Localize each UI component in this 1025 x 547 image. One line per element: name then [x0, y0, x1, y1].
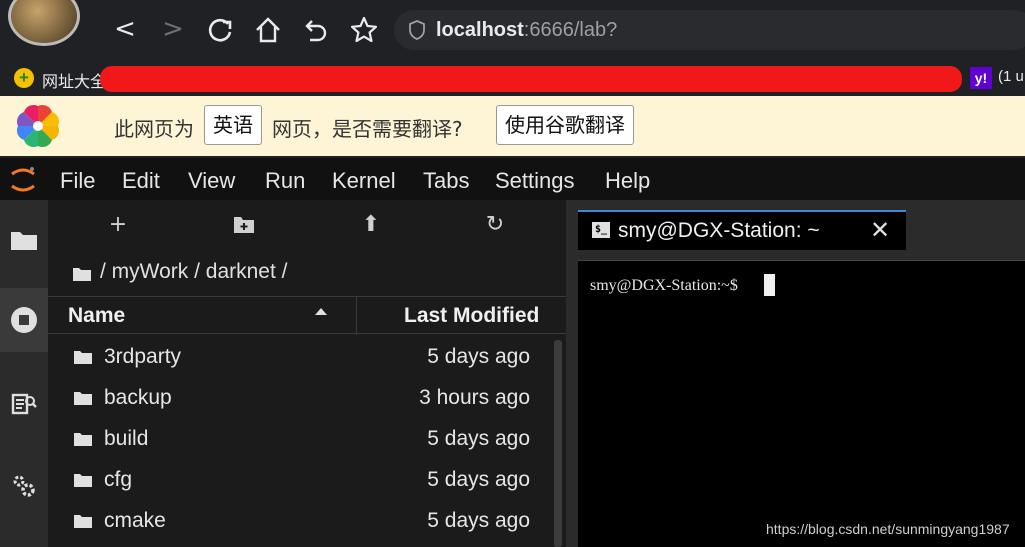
file-modified: 5 days ago: [427, 345, 530, 368]
sort-ascending-icon[interactable]: [314, 305, 328, 319]
translate-bar: 此网页为 英语 网页，是否需要翻译? 使用谷歌翻译: [0, 96, 1025, 156]
menu-run[interactable]: Run: [265, 168, 305, 194]
translate-button[interactable]: 使用谷歌翻译: [496, 105, 634, 145]
column-divider[interactable]: [356, 297, 357, 335]
jupyter-logo-icon: [11, 167, 35, 192]
menu-help[interactable]: Help: [605, 168, 650, 194]
bookmark-plus-icon: +: [14, 68, 34, 88]
file-list-scrollbar[interactable]: [554, 340, 562, 547]
file-modified: 5 days ago: [427, 427, 530, 450]
file-modified: 5 days ago: [427, 509, 530, 532]
file-browser: + ⬆ ↻ / myWork / darknet / Name Last Mod…: [48, 200, 566, 547]
menu-view[interactable]: View: [188, 168, 235, 194]
refresh-button[interactable]: ↻: [480, 212, 510, 238]
undo-icon: [305, 20, 327, 42]
reload-icon: [208, 18, 232, 42]
folder-icon[interactable]: [8, 224, 40, 256]
bookmark-item-label[interactable]: 网址大全: [42, 68, 106, 92]
folder-icon: [74, 474, 92, 487]
folder-icon: [74, 392, 92, 405]
file-modified: 5 days ago: [427, 468, 530, 491]
folder-icon: [74, 433, 92, 446]
translate-suffix: 网页，是否需要翻译?: [272, 117, 463, 141]
tab-title: smy@DGX-Station: ~: [618, 219, 820, 242]
file-row[interactable]: build 5 days ago: [48, 420, 548, 461]
file-row[interactable]: cmake 5 days ago: [48, 502, 548, 543]
shield-icon: [409, 20, 425, 40]
file-name: build: [104, 427, 149, 450]
menu-kernel[interactable]: Kernel: [332, 168, 396, 194]
jupyter-menubar: File Edit View Run Kernel Tabs Settings …: [0, 156, 1025, 200]
terminal-prompt: smy@DGX-Station:~$: [590, 277, 738, 294]
breadcrumb[interactable]: / myWork / darknet /: [100, 260, 288, 284]
redaction-mark: [100, 66, 962, 92]
menu-settings[interactable]: Settings: [495, 168, 575, 194]
undo-button[interactable]: [300, 14, 332, 46]
terminal-cursor: [764, 274, 775, 296]
menu-file[interactable]: File: [60, 168, 95, 194]
home-icon: [256, 17, 280, 43]
pinwheel-logo-icon: [16, 104, 60, 148]
language-button[interactable]: 英语: [204, 105, 262, 145]
forward-button[interactable]: >: [158, 14, 188, 44]
profile-avatar[interactable]: [8, 0, 80, 46]
activity-bar: [0, 200, 48, 547]
close-icon[interactable]: ✕: [870, 216, 890, 244]
terminal-panel[interactable]: smy@DGX-Station:~$ https://blog.csdn.net…: [578, 260, 1025, 547]
new-launcher-button[interactable]: +: [103, 212, 133, 238]
file-name: cmake: [104, 509, 166, 532]
translate-prefix: 此网页为: [114, 117, 194, 141]
command-palette-icon[interactable]: [8, 388, 40, 420]
file-list-header: Name Last Modified: [48, 296, 566, 335]
folder-icon: [74, 515, 92, 528]
column-modified-header[interactable]: Last Modified: [404, 304, 539, 328]
menu-tabs[interactable]: Tabs: [423, 168, 469, 194]
upload-button[interactable]: ⬆: [356, 212, 386, 238]
bookmark-star-button[interactable]: [348, 14, 380, 46]
file-row[interactable]: 3rdparty 5 days ago: [48, 338, 548, 379]
menu-edit[interactable]: Edit: [122, 168, 160, 194]
settings-gears-icon[interactable]: [8, 470, 40, 502]
new-folder-icon[interactable]: [232, 214, 256, 236]
star-icon: [350, 16, 378, 43]
file-modified: 3 hours ago: [419, 386, 530, 409]
address-bar[interactable]: localhost:6666/lab?: [394, 10, 1025, 50]
folder-icon: [74, 351, 92, 364]
home-button[interactable]: [252, 14, 284, 46]
file-name: cfg: [104, 468, 133, 491]
bookmark-item-trailing[interactable]: (1 u: [998, 68, 1024, 85]
column-name-header[interactable]: Name: [68, 304, 125, 328]
terminal-icon: $_: [592, 222, 610, 238]
yahoo-icon[interactable]: y!: [970, 67, 992, 89]
bookmarks-bar: + 网址大全 y! (1 u: [0, 62, 1025, 96]
watermark-text: https://blog.csdn.net/sunmingyang1987: [766, 521, 1010, 537]
stop-circle-icon[interactable]: [8, 304, 40, 336]
url-host: localhost: [436, 19, 524, 41]
reload-button[interactable]: [204, 14, 236, 46]
file-row[interactable]: backup 3 hours ago: [48, 379, 548, 420]
file-row[interactable]: cfg 5 days ago: [48, 461, 548, 502]
breadcrumb-folder-icon[interactable]: [72, 266, 92, 282]
file-browser-toolbar: + ⬆ ↻: [48, 200, 566, 250]
main-dock-area: $_ smy@DGX-Station: ~ ✕ smy@DGX-Station:…: [566, 200, 1025, 547]
url-text[interactable]: localhost:6666/lab?: [436, 19, 617, 42]
browser-toolbar: < > localhost:6666/lab?: [0, 0, 1025, 62]
file-name: 3rdparty: [104, 345, 182, 368]
file-name: backup: [104, 386, 172, 409]
url-path: :6666/lab?: [523, 19, 618, 41]
tab-terminal[interactable]: $_ smy@DGX-Station: ~ ✕: [578, 210, 906, 250]
back-button[interactable]: <: [110, 14, 140, 44]
